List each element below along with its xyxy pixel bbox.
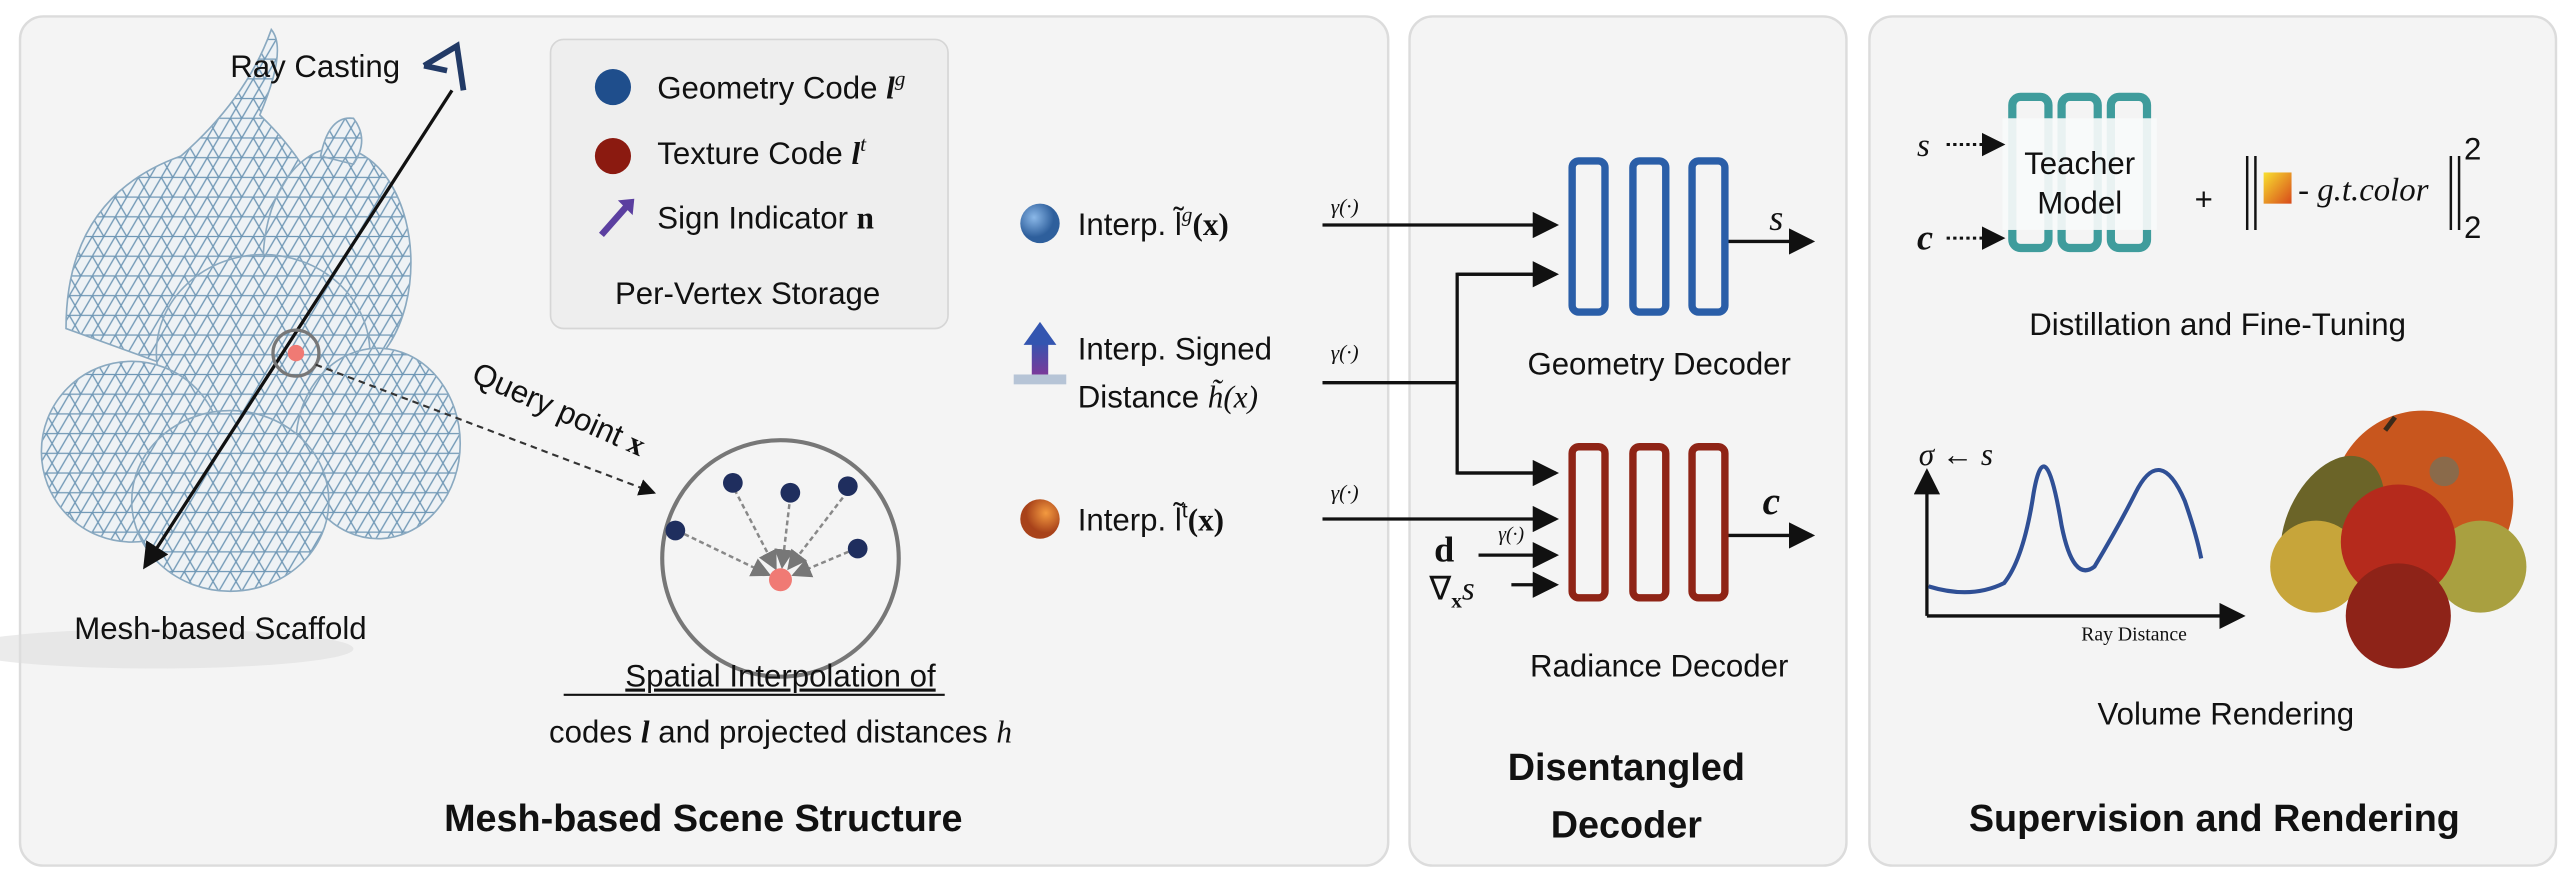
legend-texture: Texture Code lt	[657, 132, 867, 171]
interp-signed-label-2: Distance h̃(x)	[1078, 379, 1258, 414]
teacher-input-s: s	[1917, 128, 1930, 164]
output-s: s	[1769, 198, 1783, 238]
per-vertex-storage-legend: Geometry Code lg Texture Code lt Sign In…	[549, 38, 949, 330]
gt-color-label: - g.t.color	[2298, 172, 2429, 208]
legend-caption: Per-Vertex Storage	[615, 276, 880, 311]
interp-signed-label-1: Interp. Signed	[1078, 332, 1272, 367]
interp-texture-dot	[1020, 499, 1060, 539]
interp-geometry-label: Interp. l̃g(x)	[1078, 203, 1229, 242]
teacher-model: Teacher Model	[2002, 92, 2157, 253]
pipeline-diagram: Ray Casting Query point x Mesh-based Sca…	[0, 15, 2558, 867]
panel-title-decoder-1: Disentangled	[1508, 747, 1745, 789]
query-point	[287, 344, 305, 362]
gamma-tex: γ(·)	[1331, 480, 1359, 504]
gamma-signed: γ(·)	[1331, 341, 1359, 365]
distill-caption: Distillation and Fine-Tuning	[2029, 307, 2406, 342]
teacher-label-1: Teacher	[2024, 146, 2135, 181]
panel-title-structure: Mesh-based Scene Structure	[444, 798, 962, 840]
scaffold-caption: Mesh-based Scaffold	[74, 611, 366, 646]
teacher-label-2: Model	[2037, 186, 2122, 221]
interp-caption-2: codes l and projected distances h	[549, 714, 1012, 749]
panel-title-decoder-2: Decoder	[1551, 805, 1702, 847]
interp-texture-label: Interp. l̃t(x)	[1078, 498, 1224, 537]
norm-sup: 2	[2464, 131, 2481, 166]
gamma-d: γ(·)	[1498, 523, 1524, 545]
ray-casting-label: Ray Casting	[230, 49, 400, 84]
volume-rendering-caption: Volume Rendering	[2098, 696, 2355, 731]
panel-supervision-rendering: Teacher Model s c + - g.t.color 2 2 Dist…	[1868, 15, 2558, 867]
panel-mesh-scene-structure: Ray Casting Query point x Mesh-based Sca…	[0, 15, 1390, 867]
output-c: c	[1763, 479, 1781, 523]
norm-sub: 2	[2464, 210, 2481, 245]
ray-distance-label: Ray Distance	[2081, 624, 2187, 646]
legend-geometry: Geometry Code lg	[657, 66, 905, 105]
geometry-decoder-label: Geometry Decoder	[1527, 346, 1790, 381]
sigma-label: σ ← s	[1919, 437, 1993, 472]
panel-title-supervision: Supervision and Rendering	[1969, 798, 2460, 840]
interp-caption-1: Spatial Interpolation of	[625, 659, 936, 694]
gamma-geo: γ(·)	[1331, 195, 1359, 219]
geometry-code-swatch	[594, 68, 632, 106]
legend-sign: Sign Indicator n	[657, 200, 874, 235]
predicted-color-swatch	[2263, 172, 2292, 204]
plus-sign: +	[2195, 182, 2213, 217]
panel-disentangled-decoder	[1408, 15, 1848, 867]
teacher-input-c: c	[1917, 218, 1933, 258]
input-d: d	[1434, 530, 1454, 570]
interp-geometry-dot	[1020, 203, 1060, 244]
texture-code-swatch	[594, 137, 632, 175]
radiance-decoder-label: Radiance Decoder	[1530, 649, 1788, 684]
